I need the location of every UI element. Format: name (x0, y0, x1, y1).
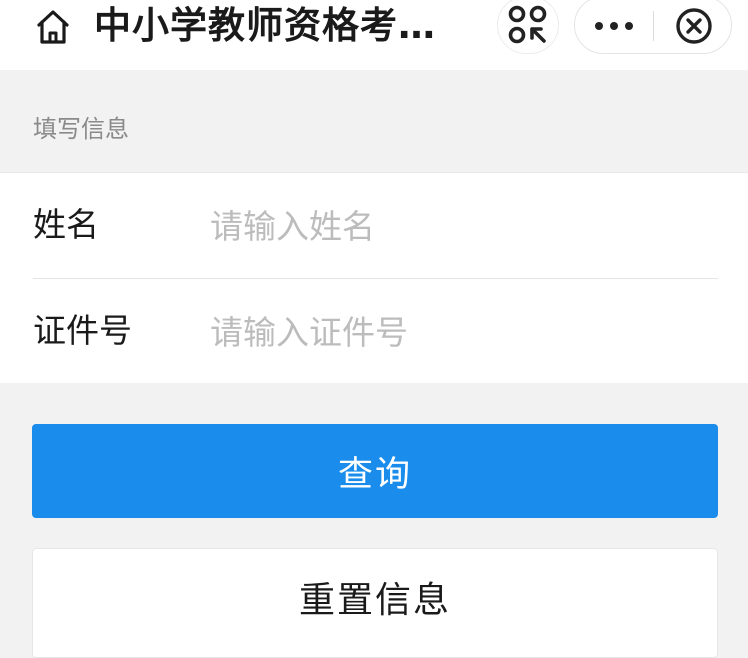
reset-button[interactable]: 重置信息 (32, 548, 718, 658)
page-title: 中小学教师资格考… (94, 4, 436, 47)
form-card: 姓名 证件号 (0, 172, 748, 383)
mini-program-button[interactable] (497, 0, 559, 54)
capsule-menu (574, 0, 732, 54)
close-button[interactable] (654, 0, 733, 55)
name-row: 姓名 (0, 173, 748, 277)
id-label: 证件号 (33, 311, 132, 350)
more-dots-icon (595, 22, 633, 30)
navigation-bar: 中小学教师资格考… (0, 0, 748, 70)
name-input[interactable] (210, 203, 710, 249)
id-number-input[interactable] (210, 309, 710, 355)
more-button[interactable] (575, 0, 653, 55)
home-icon (37, 10, 69, 44)
name-label: 姓名 (33, 205, 99, 244)
mini-program-icon (508, 5, 547, 44)
id-row: 证件号 (0, 279, 748, 383)
home-button[interactable] (30, 4, 76, 50)
query-button[interactable]: 查询 (32, 424, 718, 518)
close-circle-icon (675, 8, 712, 44)
section-label: 填写信息 (33, 115, 129, 143)
